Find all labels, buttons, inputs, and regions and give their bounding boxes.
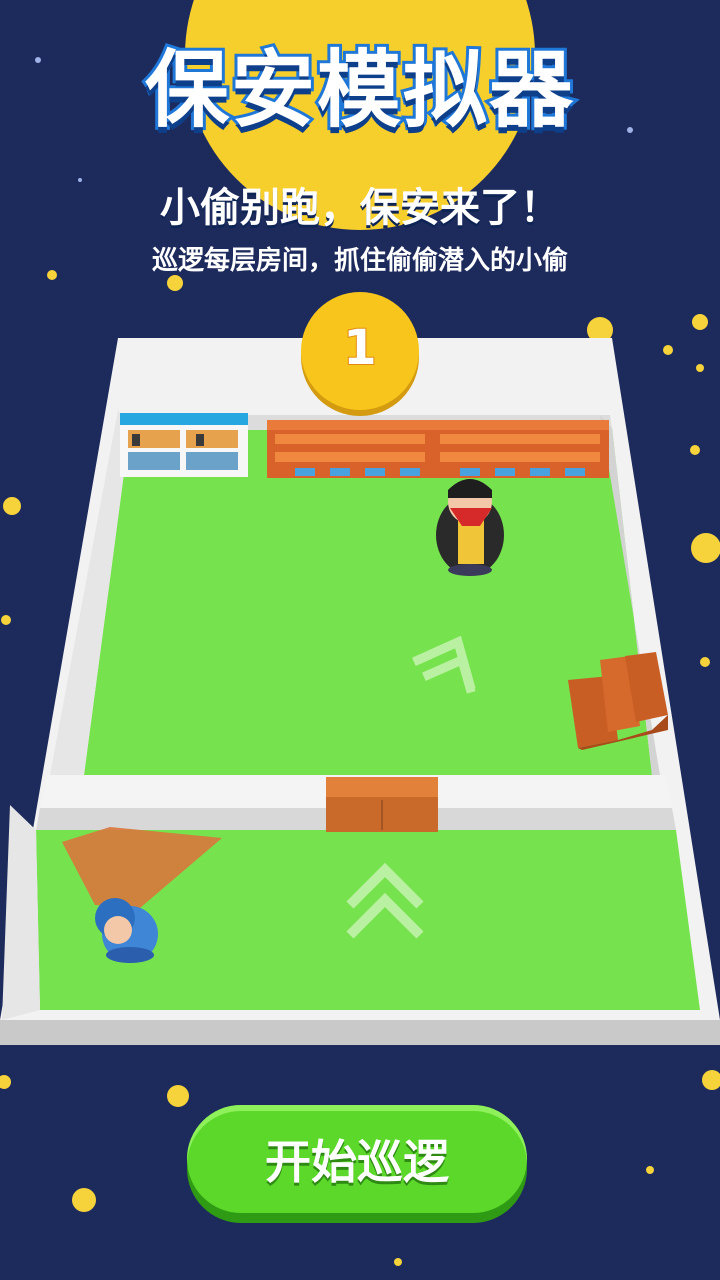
game-board xyxy=(0,338,720,1045)
blue-bookshelf xyxy=(120,413,248,477)
title-block: 保安模拟器 xyxy=(0,30,720,150)
game-title: 保安模拟器 xyxy=(142,38,576,142)
orange-shelf xyxy=(267,420,609,478)
start-patrol-button[interactable]: 开始巡逻 xyxy=(187,1105,527,1213)
level-badge: 1 xyxy=(301,292,419,410)
game-subtitle: 小偷别跑，保安来了！ xyxy=(160,185,560,231)
board-base xyxy=(0,1020,720,1045)
upper-room-floor xyxy=(84,428,652,775)
game-tagline: 巡逻每层房间，抓住偷偷潜入的小偷 xyxy=(151,246,568,276)
